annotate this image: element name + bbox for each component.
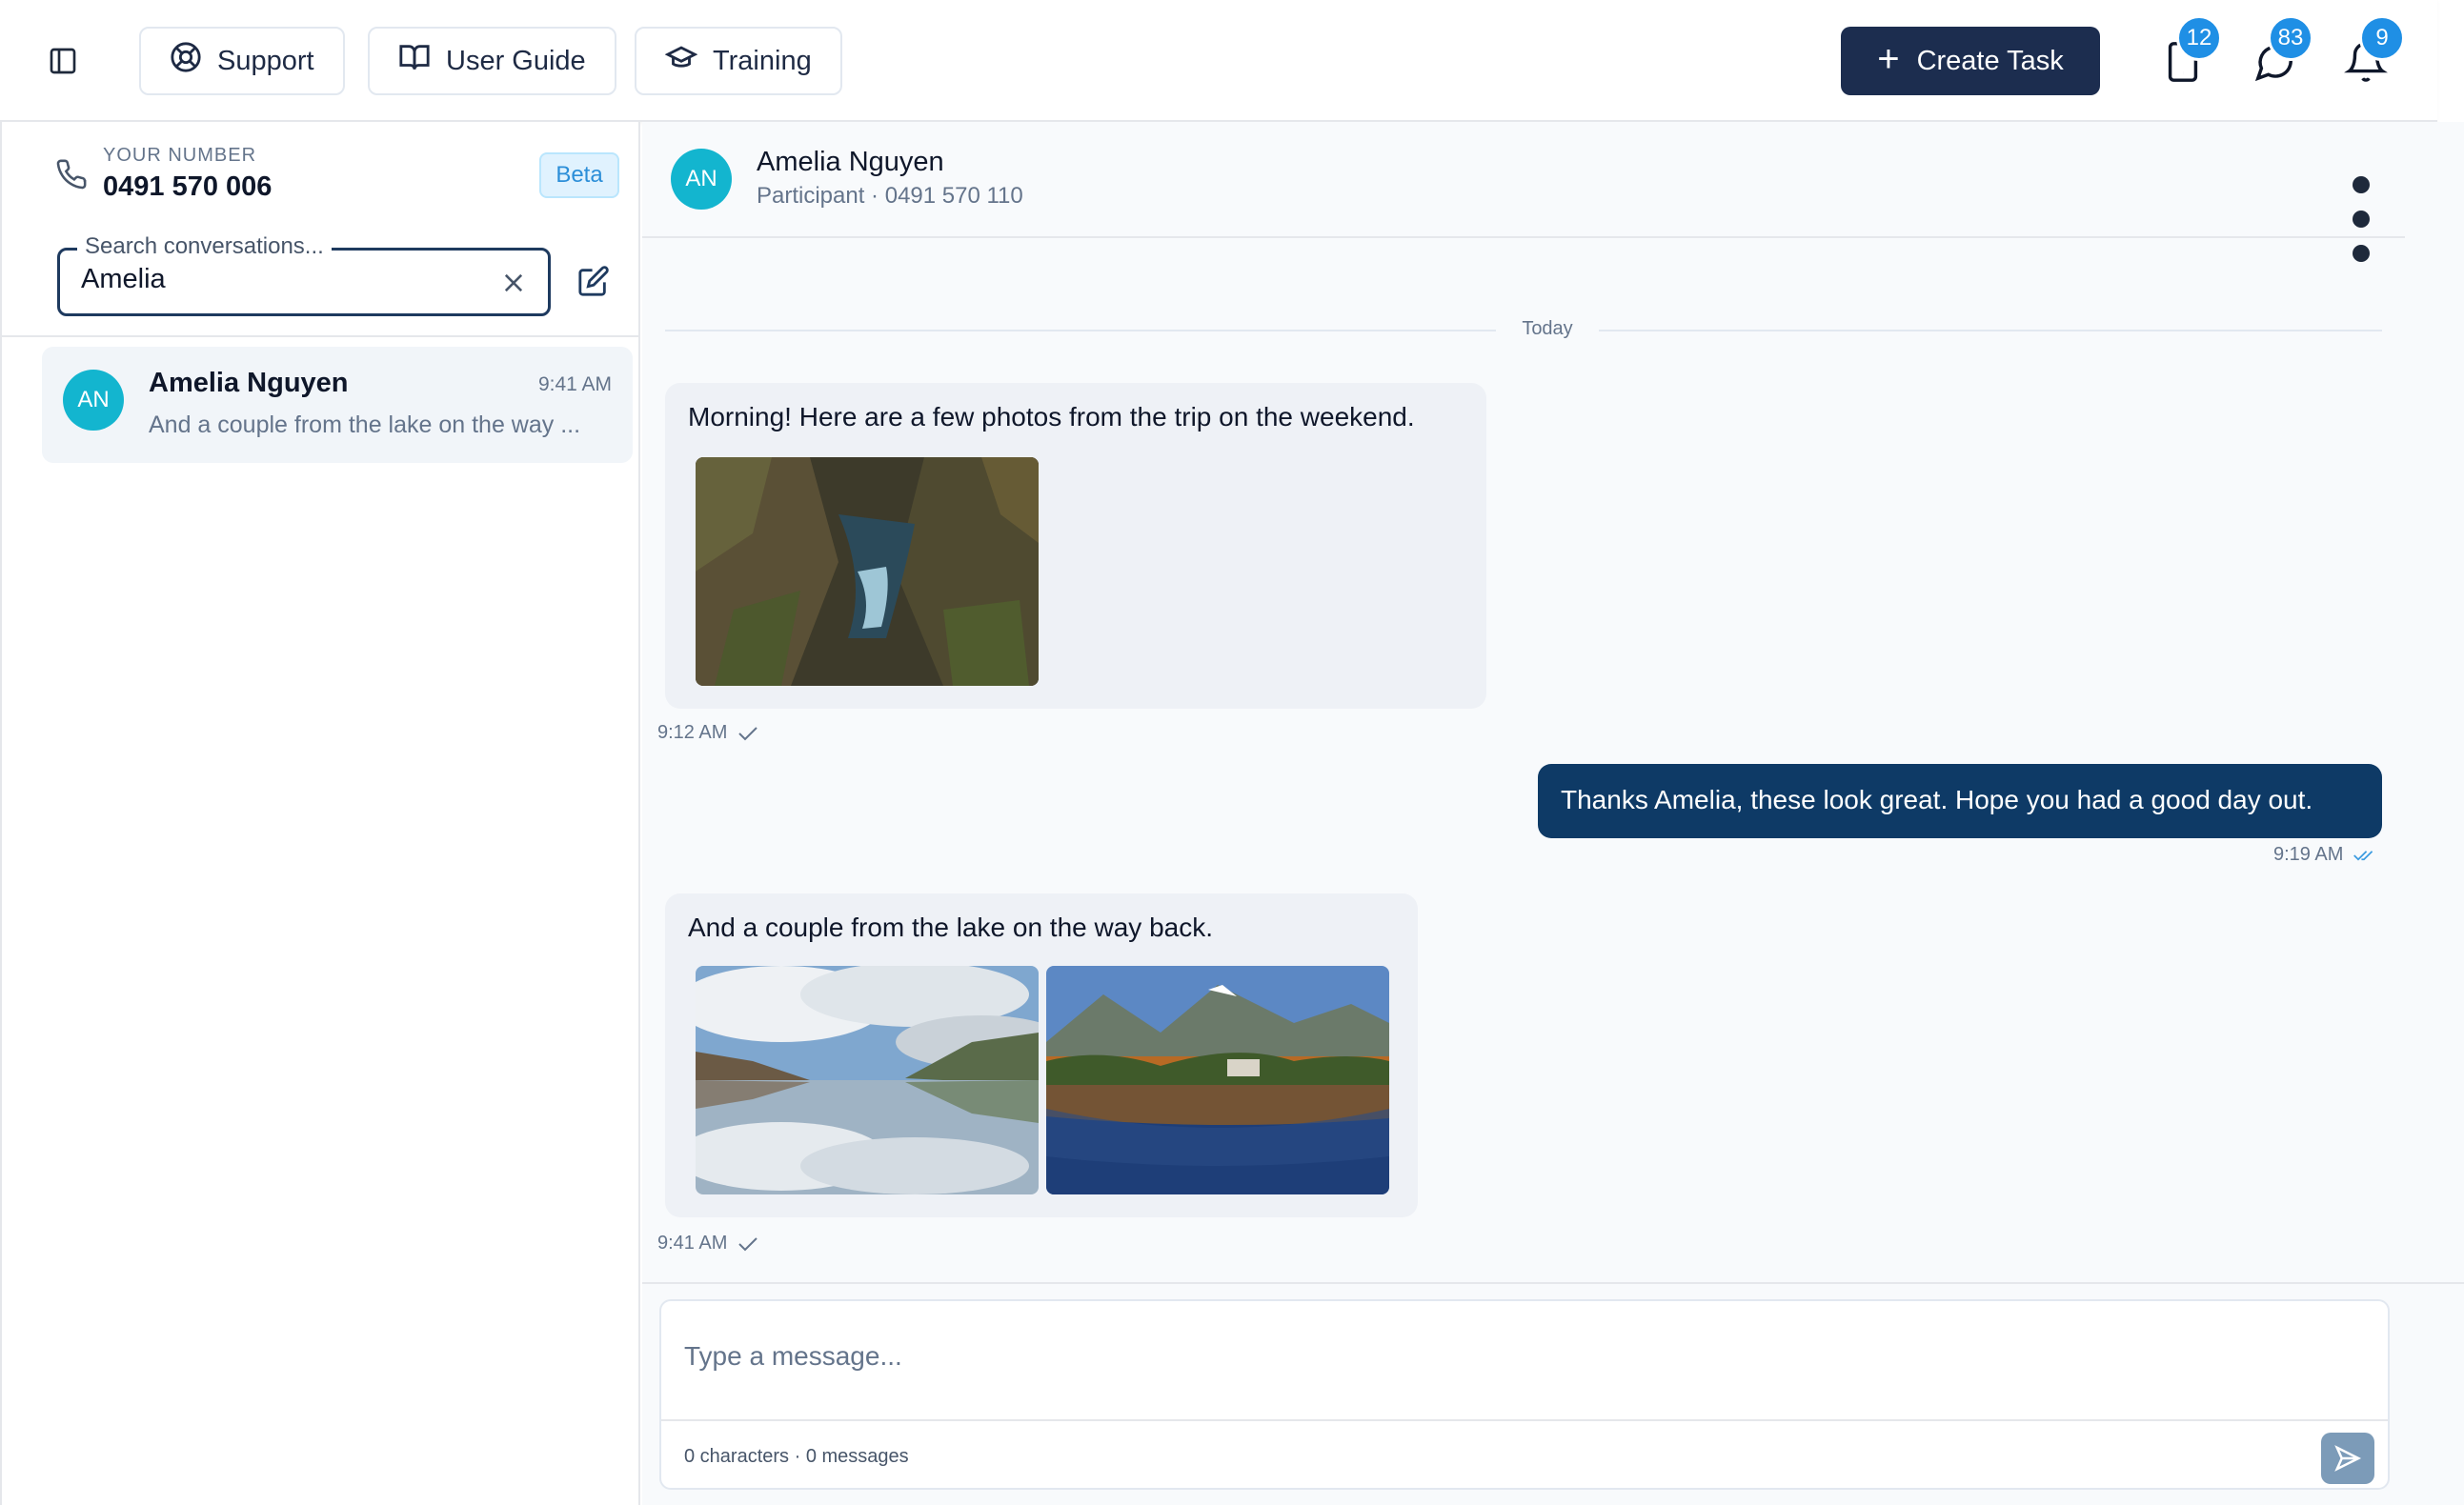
avatar: AN xyxy=(63,370,124,431)
create-task-label: Create Task xyxy=(1916,45,2064,76)
clear-search-icon[interactable] xyxy=(500,270,527,296)
message-text: Thanks Amelia, these look great. Hope yo… xyxy=(1561,785,2313,814)
sidebar-toggle-icon[interactable] xyxy=(48,46,78,76)
chat-panel: AN Amelia Nguyen Participant · 0491 570 … xyxy=(642,122,2464,1505)
graduation-cap-icon xyxy=(664,41,698,81)
date-divider-label: Today xyxy=(1522,318,1573,339)
support-label: Support xyxy=(217,45,314,76)
top-bar: Support User Guide Training + Create Tas… xyxy=(0,0,2437,122)
device-button[interactable]: 12 xyxy=(2155,15,2222,88)
divider xyxy=(2,335,640,337)
message-text: And a couple from the lake on the way ba… xyxy=(688,913,1213,942)
more-options-icon[interactable] xyxy=(2344,162,2378,262)
send-icon xyxy=(2334,1445,2362,1472)
divider xyxy=(642,1282,2464,1284)
chat-header: AN Amelia Nguyen Participant · 0491 570 … xyxy=(642,122,2405,262)
message-time: 9:12 AM xyxy=(657,722,728,743)
cloudy-lake-photo[interactable] xyxy=(696,966,1039,1194)
date-divider-line-left xyxy=(665,330,1496,331)
conversation-list-item[interactable]: AN Amelia Nguyen 9:41 AM And a couple fr… xyxy=(42,347,633,463)
incoming-message: Morning! Here are a few photos from the … xyxy=(665,383,1486,709)
send-button[interactable] xyxy=(2321,1433,2374,1484)
your-number-label: YOUR NUMBER xyxy=(103,145,257,166)
phone-icon xyxy=(55,158,88,191)
conversation-time: 9:41 AM xyxy=(537,373,612,395)
message-time: 9:19 AM xyxy=(2273,844,2344,865)
training-button[interactable]: Training xyxy=(635,27,842,95)
message-input[interactable] xyxy=(684,1328,2361,1385)
date-divider-line-right xyxy=(1599,330,2382,331)
canyon-river-photo[interactable] xyxy=(696,457,1039,686)
message-time: 9:41 AM xyxy=(657,1233,728,1254)
character-count: 0 characters · 0 messages xyxy=(684,1446,909,1467)
messages-badge: 83 xyxy=(2268,15,2313,61)
lifebuoy-icon xyxy=(170,41,202,81)
conversation-name: Amelia Nguyen xyxy=(149,368,349,398)
contact-avatar: AN xyxy=(671,149,732,210)
user-guide-button[interactable]: User Guide xyxy=(368,27,616,95)
support-button[interactable]: Support xyxy=(139,27,345,95)
divider xyxy=(661,1419,2388,1421)
message-meta: 9:41 AM xyxy=(657,1233,759,1254)
beta-badge: Beta xyxy=(539,152,619,198)
outgoing-message: Thanks Amelia, these look great. Hope yo… xyxy=(1538,764,2382,838)
app-root: Support User Guide Training + Create Tas… xyxy=(0,0,2464,1505)
conversation-preview: And a couple from the lake on the way ..… xyxy=(149,411,581,438)
user-guide-label: User Guide xyxy=(446,45,586,76)
conversations-panel: YOUR NUMBER 0491 570 006 Beta Search con… xyxy=(0,122,640,1505)
sent-check-icon xyxy=(738,726,758,740)
message-composer: 0 characters · 0 messages xyxy=(659,1299,2390,1490)
device-badge: 12 xyxy=(2176,15,2222,61)
read-double-check-icon xyxy=(2353,850,2373,860)
search-legend: Search conversations... xyxy=(77,233,332,260)
sent-check-icon xyxy=(738,1236,758,1251)
mountain-lake-photo[interactable] xyxy=(1046,966,1389,1194)
search-input[interactable] xyxy=(81,264,462,295)
contact-name: Amelia Nguyen xyxy=(757,147,944,177)
training-label: Training xyxy=(713,45,812,76)
notifications-badge: 9 xyxy=(2359,15,2405,61)
message-meta: 9:19 AM xyxy=(2273,844,2375,866)
plus-icon: + xyxy=(1877,38,1900,80)
message-meta: 9:12 AM xyxy=(657,722,759,744)
incoming-message: And a couple from the lake on the way ba… xyxy=(665,893,1418,1217)
messages-button[interactable]: 83 xyxy=(2247,15,2313,88)
message-text: Morning! Here are a few photos from the … xyxy=(688,402,1415,431)
compose-new-icon[interactable] xyxy=(577,265,610,297)
book-icon xyxy=(398,41,431,81)
notifications-button[interactable]: 9 xyxy=(2338,15,2405,88)
create-task-button[interactable]: + Create Task xyxy=(1841,27,2100,95)
contact-subtitle: Participant · 0491 570 110 xyxy=(757,183,1023,209)
your-number-value: 0491 570 006 xyxy=(103,171,273,202)
search-conversations-field[interactable]: Search conversations... xyxy=(57,233,551,316)
